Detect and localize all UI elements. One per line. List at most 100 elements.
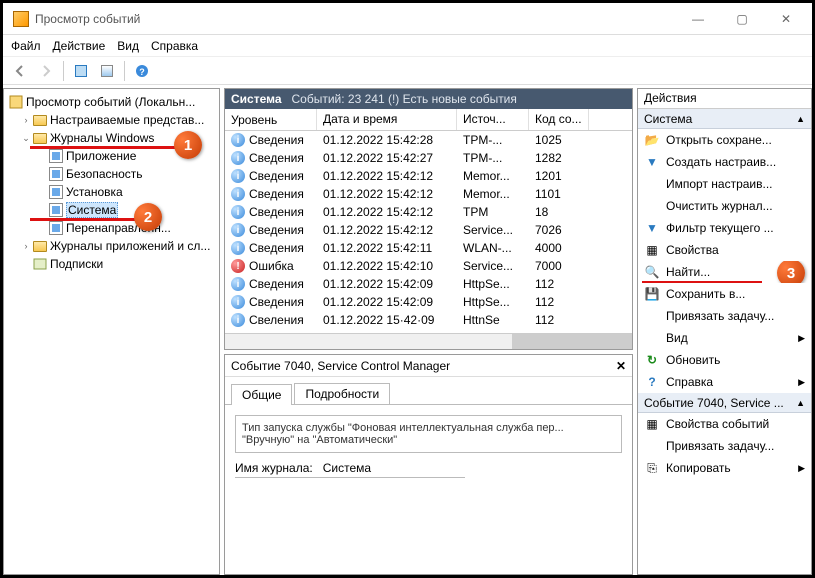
log-value: Система (323, 461, 371, 475)
action-icon: ⎘ (644, 460, 660, 476)
table-row[interactable]: iСведения01.12.2022 15:42:11WLAN-...4000 (225, 239, 632, 257)
action-icon: ↻ (644, 352, 660, 368)
action-icon: 📂 (644, 132, 660, 148)
actions-section-1[interactable]: Система▲ (638, 109, 811, 129)
action-icon: ? (644, 374, 660, 390)
detail-message: Тип запуска службы "Фоновая интеллектуал… (235, 415, 622, 453)
action-item[interactable]: ▦Свойства событий (638, 413, 811, 435)
callout-3: 3 (777, 261, 805, 283)
action-item[interactable]: ↻ Обновить (638, 349, 811, 371)
actions-section-2[interactable]: Событие 7040, Service ...▲ (638, 393, 811, 413)
action-icon (644, 308, 660, 324)
action-icon (644, 176, 660, 192)
action-item[interactable]: Импорт настраив... (638, 173, 811, 195)
info-icon: i (231, 241, 245, 255)
tree-appservices[interactable]: ›Журналы приложений и сл... (4, 237, 219, 255)
grid-body[interactable]: iСведения01.12.2022 15:42:28TPM-...1025i… (225, 131, 632, 333)
action-item[interactable]: ▦ Свойства (638, 239, 811, 261)
info-icon: i (231, 151, 245, 165)
action-item[interactable]: ?Справка▶ (638, 371, 811, 393)
info-icon: i (231, 313, 245, 327)
titlebar: Просмотр событий — ▢ ✕ (3, 3, 812, 35)
action-item[interactable]: 💾Сохранить в... (638, 283, 811, 305)
maximize-button[interactable]: ▢ (720, 5, 764, 33)
action-icon (644, 330, 660, 346)
menu-view[interactable]: Вид (117, 39, 139, 53)
forward-button[interactable] (35, 60, 57, 82)
action-icon (644, 438, 660, 454)
tree-security[interactable]: Безопасность (4, 165, 219, 183)
action-icon: ▦ (644, 242, 660, 258)
action-icon: ▼ (644, 154, 660, 170)
table-row[interactable]: !Ошибка01.12.2022 15:42:10Service...7000 (225, 257, 632, 275)
detail-pane: Событие 7040, Service Control Manager ✕ … (224, 354, 633, 575)
action-label: Привязать задачу... (666, 309, 774, 323)
h-scrollbar[interactable] (225, 333, 632, 349)
info-icon: i (231, 133, 245, 147)
tree-root[interactable]: Просмотр событий (Локальн... (4, 93, 219, 111)
minimize-button[interactable]: — (676, 5, 720, 33)
table-row[interactable]: iСведения01.12.2022 15:42:12Memor...1201 (225, 167, 632, 185)
menu-file[interactable]: Файл (11, 39, 41, 53)
info-icon: i (231, 187, 245, 201)
action-label: Привязать задачу... (666, 439, 774, 453)
table-row[interactable]: iСведения01.12.2022 15:42:27TPM-...1282 (225, 149, 632, 167)
table-row[interactable]: iСведения01.12.2022 15:42:12TPM18 (225, 203, 632, 221)
tab-general[interactable]: Общие (231, 384, 292, 405)
toolbar-btn-2[interactable] (96, 60, 118, 82)
action-label: Копировать (666, 461, 731, 475)
log-label: Имя журнала: (235, 461, 313, 475)
table-row[interactable]: iСведения01.12.2022 15:42:09HttpSe...112 (225, 275, 632, 293)
tab-details[interactable]: Подробности (294, 383, 390, 404)
action-item[interactable]: 🔍Найти...3 (638, 261, 811, 283)
table-row[interactable]: iСведения01.12.2022 15:42:09HttpSe...112 (225, 293, 632, 311)
toolbar-btn-1[interactable] (70, 60, 92, 82)
action-label: Открыть сохране... (666, 133, 772, 147)
tree-custom[interactable]: ›Настраиваемые представ... (4, 111, 219, 129)
info-icon: i (231, 277, 245, 291)
action-item[interactable]: Привязать задачу... (638, 435, 811, 457)
menubar: Файл Действие Вид Справка (3, 35, 812, 57)
toolbar: ? (3, 57, 812, 85)
action-item[interactable]: ⎘Копировать▶ (638, 457, 811, 479)
detail-close-icon[interactable]: ✕ (616, 359, 626, 373)
action-label: Очистить журнал... (666, 199, 773, 213)
info-icon: i (231, 295, 245, 309)
action-label: Свойства событий (666, 417, 769, 431)
back-button[interactable] (9, 60, 31, 82)
svg-text:?: ? (139, 67, 145, 77)
tree-system[interactable]: Система 2 (4, 201, 219, 219)
window-title: Просмотр событий (35, 12, 676, 26)
table-row[interactable]: iСвеления01.12.2022 15·42·09HttnSe112 (225, 311, 632, 329)
menu-action[interactable]: Действие (53, 39, 106, 53)
menu-help[interactable]: Справка (151, 39, 198, 53)
action-label: Создать настраив... (666, 155, 776, 169)
detail-tabs: Общие Подробности (225, 377, 632, 405)
tree-setup[interactable]: Установка (4, 183, 219, 201)
error-icon: ! (231, 259, 245, 273)
table-row[interactable]: iСведения01.12.2022 15:42:12Memor...1101 (225, 185, 632, 203)
table-row[interactable]: iСведения01.12.2022 15:42:28TPM-...1025 (225, 131, 632, 149)
action-item[interactable]: Привязать задачу... (638, 305, 811, 327)
tree-forwarded[interactable]: Перенаправленн... (4, 219, 219, 237)
action-label: Импорт настраив... (666, 177, 773, 191)
toolbar-help[interactable]: ? (131, 60, 153, 82)
tree-subs[interactable]: Подписки (4, 255, 219, 273)
action-item[interactable]: Вид▶ (638, 327, 811, 349)
grid-title: СистемаСобытий: 23 241 (!) Есть новые со… (225, 89, 632, 109)
info-icon: i (231, 169, 245, 183)
action-item[interactable]: ▼Фильтр текущего ... (638, 217, 811, 239)
detail-title: Событие 7040, Service Control Manager (231, 359, 450, 373)
action-item[interactable]: Очистить журнал... (638, 195, 811, 217)
table-row[interactable]: iСведения01.12.2022 15:42:12Service...70… (225, 221, 632, 239)
actions-title: Действия (638, 89, 811, 109)
close-button[interactable]: ✕ (764, 5, 808, 33)
tree-winlogs[interactable]: ⌄Журналы Windows 1 (4, 129, 219, 147)
action-item[interactable]: ▼ Создать настраив... (638, 151, 811, 173)
action-label: Обновить (666, 353, 720, 367)
action-icon: 💾 (644, 286, 660, 302)
grid-header[interactable]: Уровень Дата и время Источ... Код со... (225, 109, 632, 131)
action-label: Справка (666, 375, 713, 389)
action-item[interactable]: 📂 Открыть сохране... (638, 129, 811, 151)
action-label: Свойства (666, 243, 719, 257)
